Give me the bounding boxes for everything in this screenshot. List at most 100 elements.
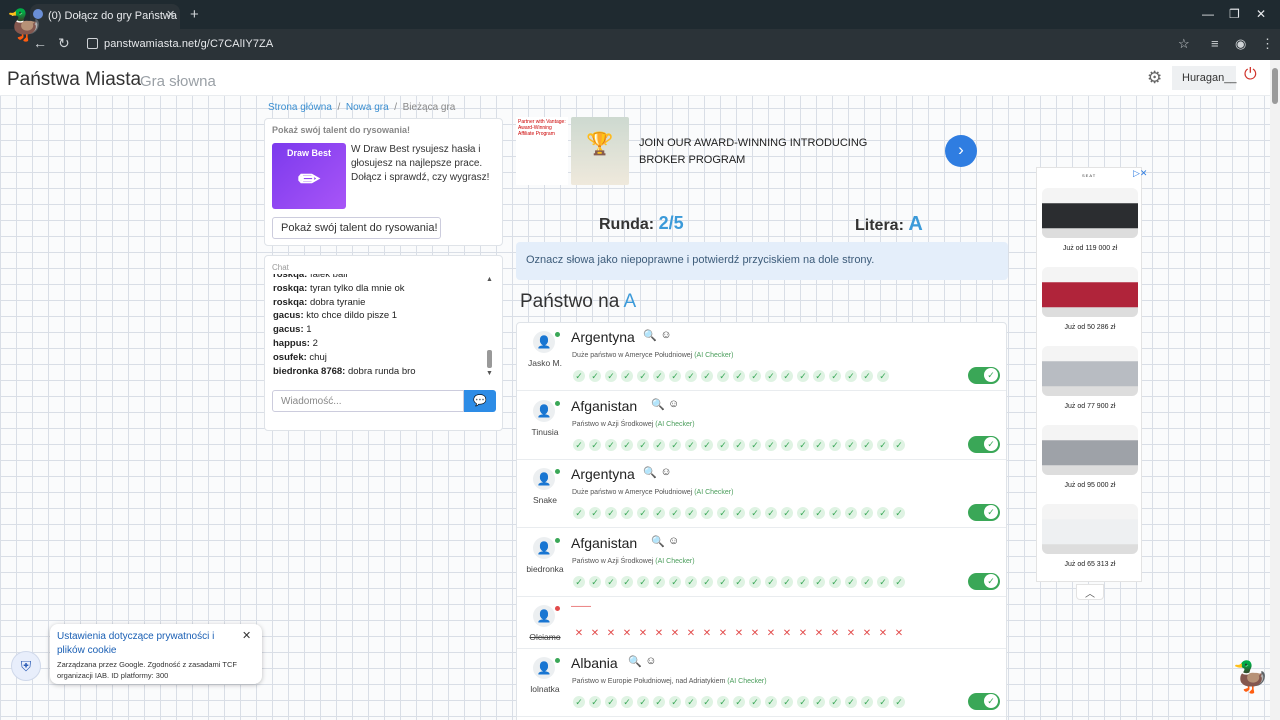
check-icon: ✓ xyxy=(813,575,825,588)
logout-power-icon[interactable]: ⏻ xyxy=(1244,66,1257,84)
close-tab-icon[interactable]: ✕ xyxy=(166,8,175,21)
cross-icon: ✕ xyxy=(574,628,584,639)
car-image[interactable] xyxy=(1042,346,1138,396)
valid-toggle[interactable] xyxy=(968,572,1000,590)
chat-message-user: roskqa: xyxy=(273,282,308,294)
new-tab-icon[interactable]: + xyxy=(190,6,199,23)
emoji-reaction-icon[interactable]: ☺ xyxy=(660,329,671,341)
cross-icon: ✕ xyxy=(862,628,872,639)
reload-icon[interactable]: ↻ xyxy=(58,35,70,52)
bookmark-star-icon[interactable]: ☆ xyxy=(1178,36,1190,52)
minimize-icon[interactable]: — xyxy=(1202,7,1214,21)
settings-gear-icon[interactable]: ⚙ xyxy=(1147,68,1162,88)
check-icon: ✓ xyxy=(877,575,889,588)
car-image[interactable] xyxy=(1042,425,1138,475)
tab-title: (0) Dołącz do gry Państwa Mias xyxy=(48,10,180,22)
draw-best-logo[interactable]: Draw Best ✏ xyxy=(272,143,346,209)
ad-collapse-chevron-up-icon[interactable]: ︿ xyxy=(1076,584,1104,600)
privacy-shield-icon[interactable]: ⛨ xyxy=(11,651,41,681)
chat-message-text: dobra runda bro xyxy=(345,365,416,377)
user-avatar-icon: 👤 xyxy=(533,331,555,353)
check-icon: ✓ xyxy=(733,575,745,588)
page-scrollbar[interactable] xyxy=(1270,60,1280,720)
valid-toggle[interactable] xyxy=(968,693,1000,710)
car-image[interactable] xyxy=(1042,267,1138,317)
menu-icon[interactable]: ⋮ xyxy=(1261,36,1274,52)
search-icon[interactable]: 🔍 xyxy=(651,535,665,548)
check-icon: ✓ xyxy=(877,370,889,382)
valid-toggle[interactable] xyxy=(968,435,1000,453)
media-icon[interactable]: ≡ xyxy=(1211,36,1219,51)
page: Państwa Miasta Gra słowna ⚙ Huragan__ ⏻ … xyxy=(0,60,1270,720)
ad-vantage-logo[interactable]: Partner with Vantage: Award-Winning Affi… xyxy=(516,117,568,185)
profile-icon[interactable]: ◉ xyxy=(1235,36,1246,52)
duck-icon: 🦆 xyxy=(6,9,44,42)
breadcrumb-home[interactable]: Strona główna xyxy=(268,102,332,113)
search-icon[interactable]: 🔍 xyxy=(628,655,642,668)
chat-messages[interactable]: roskqa: falek bali roskqa: tyran tylko dl… xyxy=(273,274,483,384)
ai-checker-label: (AI Checker) xyxy=(655,557,695,565)
check-icon: ✓ xyxy=(605,370,617,382)
check-icon: ✓ xyxy=(845,696,857,708)
chat-message-text: falek bali xyxy=(307,274,348,280)
draw-best-button[interactable]: Pokaż swój talent do rysowania! xyxy=(272,217,441,239)
emoji-reaction-icon[interactable]: ☺ xyxy=(668,535,679,547)
car-image[interactable] xyxy=(1042,504,1138,554)
chat-message-user: gacus: xyxy=(273,324,304,336)
check-icon: ✓ xyxy=(589,575,601,588)
check-icon: ✓ xyxy=(669,507,681,519)
cookie-close-icon[interactable]: ✕ xyxy=(242,629,251,642)
check-icon: ✓ xyxy=(637,696,649,708)
check-icon: ✓ xyxy=(621,696,633,708)
valid-toggle[interactable] xyxy=(968,504,1000,521)
check-icon: ✓ xyxy=(861,370,873,382)
check-icon: ✓ xyxy=(733,438,745,451)
car-image[interactable] xyxy=(1042,188,1138,238)
site-brand[interactable]: Państwa Miasta xyxy=(7,69,141,91)
search-icon[interactable]: 🔍 xyxy=(651,398,665,411)
online-status-dot xyxy=(555,332,560,337)
emoji-reaction-icon[interactable]: ☺ xyxy=(660,466,671,478)
browser-tab[interactable]: (0) Dołącz do gry Państwa Mias xyxy=(30,4,180,29)
check-icon: ✓ xyxy=(797,507,809,519)
check-icon: ✓ xyxy=(893,507,905,519)
car-price[interactable]: Już od 95 000 zł xyxy=(1037,482,1143,489)
emoji-reaction-icon[interactable]: ☺ xyxy=(668,398,679,410)
search-icon[interactable]: 🔍 xyxy=(643,329,657,342)
cookie-title[interactable]: Ustawienia dotyczące prywatności i plikó… xyxy=(57,630,227,658)
answer-word: Afganistan xyxy=(571,397,638,414)
restore-icon[interactable]: ❐ xyxy=(1229,7,1240,21)
answer-username: Snake xyxy=(532,495,558,505)
check-icon: ✓ xyxy=(717,370,729,382)
check-icon: ✓ xyxy=(589,507,601,519)
trophy-icon: 🏆 xyxy=(586,131,614,156)
site-info-icon[interactable] xyxy=(87,38,98,49)
check-icon: ✓ xyxy=(749,575,761,588)
car-price[interactable]: Już od 65 313 zł xyxy=(1037,561,1143,568)
chat-send-button[interactable]: 💬 xyxy=(464,390,496,412)
car-price[interactable]: Już od 119 000 zł xyxy=(1037,245,1143,252)
address-bar[interactable]: panstwamiasta.net/g/C7CAlIY7ZA xyxy=(104,38,273,50)
round-value: 2/5 xyxy=(658,213,684,233)
ad-cta-text[interactable]: JOIN OUR AWARD-WINNING INTRODUCING BROKE… xyxy=(639,135,879,169)
chat-message-input[interactable]: Wiadomość... xyxy=(272,390,464,412)
valid-toggle[interactable] xyxy=(968,367,1000,384)
car-price[interactable]: Już od 77 900 zł xyxy=(1037,403,1143,410)
breadcrumb-new-game[interactable]: Nowa gra xyxy=(346,102,389,113)
car-ad-banner[interactable]: SEAT ▷✕ Już od 119 000 zł Już od 50 286 z… xyxy=(1036,167,1147,582)
letter-indicator: Litera: A xyxy=(855,213,923,235)
emoji-reaction-icon[interactable]: ☺ xyxy=(645,655,656,667)
cross-icon: ✕ xyxy=(718,628,728,639)
check-icon: ✓ xyxy=(669,575,681,588)
search-icon[interactable]: 🔍 xyxy=(643,466,657,479)
username-button[interactable]: Huragan__ xyxy=(1172,66,1236,90)
chat-scrollbar[interactable]: ▲ ▼ xyxy=(486,276,493,378)
ad-next-arrow-icon[interactable]: › xyxy=(945,135,977,167)
close-window-icon[interactable]: ✕ xyxy=(1256,7,1266,21)
car-price[interactable]: Już od 50 286 zł xyxy=(1037,324,1143,331)
chat-message-user: roskqa: xyxy=(273,274,308,280)
chat-message: happus: 2 xyxy=(273,337,483,351)
ad-choices-icon[interactable]: ▷✕ xyxy=(1133,168,1147,179)
scrollbar-thumb[interactable] xyxy=(1272,68,1278,104)
ad-trophy-image[interactable]: 🏆 xyxy=(571,117,629,185)
